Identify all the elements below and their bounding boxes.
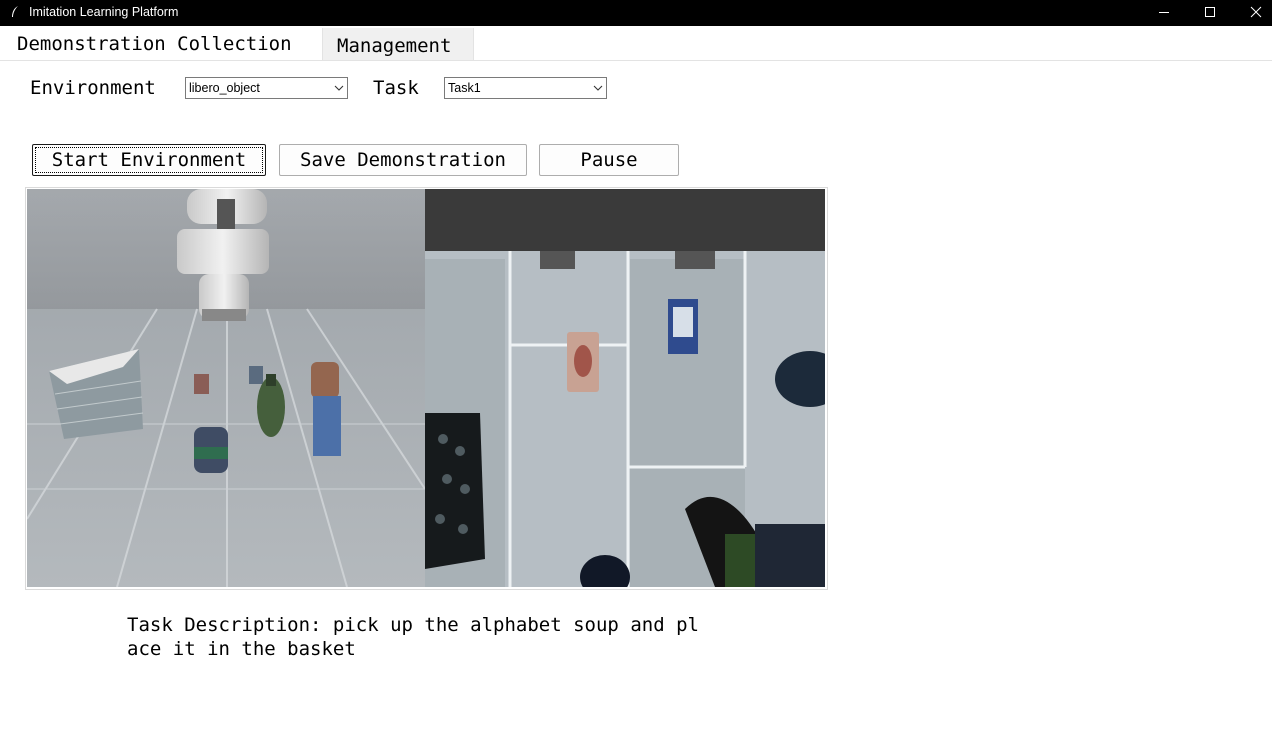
tab-demonstration-collection[interactable]: Demonstration Collection (0, 28, 322, 60)
window-title: Imitation Learning Platform (29, 5, 179, 19)
maximize-icon (1205, 7, 1215, 17)
focus-ring (35, 147, 263, 173)
button-label: Pause (580, 149, 638, 171)
start-environment-button[interactable]: Start Environment (32, 144, 266, 176)
close-icon (1250, 6, 1262, 18)
environment-label: Environment (30, 77, 156, 99)
agentview-camera-image (27, 189, 425, 587)
task-description: Task Description: pick up the alphabet s… (127, 614, 699, 660)
close-button[interactable] (1233, 0, 1272, 26)
minimize-button[interactable] (1141, 0, 1187, 26)
maximize-button[interactable] (1187, 0, 1233, 26)
chevron-down-icon (593, 85, 603, 91)
button-label: Save Demonstration (300, 149, 506, 171)
save-demonstration-button[interactable]: Save Demonstration (279, 144, 527, 176)
wrist-camera-image (425, 189, 825, 587)
title-bar: Imitation Learning Platform (0, 0, 1272, 26)
tab-label: Demonstration Collection (17, 33, 292, 55)
environment-value: libero_object (189, 81, 260, 95)
tab-management[interactable]: Management (322, 28, 474, 60)
chevron-down-icon (334, 85, 344, 91)
minimize-icon (1159, 12, 1169, 13)
task-value: Task1 (448, 81, 481, 95)
feather-icon (12, 6, 18, 17)
tab-bar: Demonstration Collection Management (0, 28, 1272, 61)
environment-select[interactable]: libero_object (185, 77, 348, 99)
tab-label: Management (337, 35, 452, 57)
simulation-viewer (25, 187, 828, 590)
pause-button[interactable]: Pause (539, 144, 679, 176)
task-label: Task (373, 77, 419, 99)
task-select[interactable]: Task1 (444, 77, 607, 99)
